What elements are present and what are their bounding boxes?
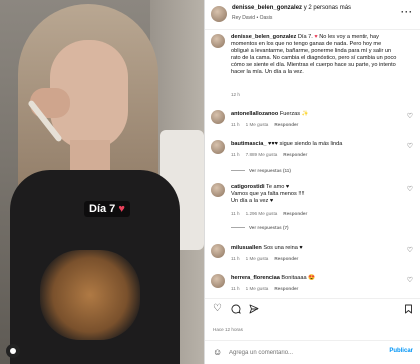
emoji-icon[interactable]: ☺ (213, 347, 222, 357)
photo-shirt-print (40, 250, 140, 340)
post-timestamp: Hace 12 horas (213, 327, 243, 332)
comment-meta: 11 h 1.296 Me gusta Responder (231, 211, 308, 216)
post-photo[interactable]: Día 7 ♥ (0, 0, 204, 364)
view-replies-button[interactable]: Ver respuestas (11) (231, 168, 291, 173)
like-comment-icon[interactable]: ♡ (407, 142, 413, 150)
caption-title: Día 7. (297, 34, 313, 40)
comment-username[interactable]: herrera_florenciaa (231, 275, 280, 281)
instagram-post: Día 7 ♥ denisse_belen_gonzalez y 2 perso… (0, 0, 420, 364)
comment-username[interactable]: catigorostidi (231, 184, 265, 190)
comment-username[interactable]: antonellallozanoo (231, 111, 278, 117)
comment-username[interactable]: milusuallen (231, 245, 262, 251)
tagged-user-icon[interactable] (6, 344, 20, 358)
comment-icon[interactable] (231, 304, 241, 317)
post-header: denisse_belen_gonzalez y 2 personas más … (205, 0, 420, 30)
author-username-link[interactable]: denisse_belen_gonzalez (232, 5, 302, 11)
comment-meta: 11 h1 Me gusta Responder (231, 122, 299, 127)
reply-button[interactable]: Responder (274, 122, 298, 127)
comment-username[interactable]: bautimascia_ (231, 141, 266, 147)
comment-avatar[interactable] (211, 244, 225, 258)
heart-emoji-icon: ♥ (314, 34, 318, 40)
comment-avatar[interactable] (211, 110, 225, 124)
comment-text: herrera_florenciaa Bonitaaaa 😍 (231, 275, 316, 281)
comment-text: catigorostidi Te amo ♥ Vamos que ya falt… (231, 184, 305, 204)
comment-input[interactable] (229, 346, 379, 359)
send-icon[interactable] (249, 304, 259, 317)
reply-button[interactable]: Responder (274, 256, 298, 261)
comment-meta: 11 h1 Me gusta Responder (231, 286, 299, 291)
like-comment-icon[interactable]: ♡ (407, 246, 413, 254)
like-comment-icon[interactable]: ♡ (407, 276, 413, 284)
comment-meta: 11 h1 Me gusta Responder (231, 256, 299, 261)
like-comment-icon[interactable]: ♡ (407, 112, 413, 120)
caption-body: No les voy a mentir, hay momentos en los… (231, 34, 397, 75)
comment-text: antonellallozanoo Fuerzas ✨ (231, 111, 309, 117)
header-others[interactable]: y 2 personas más (304, 5, 351, 11)
author-avatar[interactable] (211, 6, 227, 22)
comment-avatar[interactable] (211, 183, 225, 197)
reply-button[interactable]: Responder (283, 152, 307, 157)
caption-avatar[interactable] (211, 34, 225, 48)
comment-meta: 11 h 7.889 Me gusta Responder (231, 152, 308, 157)
comment-avatar[interactable] (211, 274, 225, 288)
like-comment-icon[interactable]: ♡ (407, 185, 413, 193)
comment-text: bautimascia_ ♥♥♥ sigue siendo la más lin… (231, 141, 343, 147)
publish-button[interactable]: Publicar (389, 348, 413, 354)
heart-emoji-icon: ♥ (118, 203, 125, 215)
comments-scroll-area[interactable]: denisse_belen_gonzalez Día 7. ♥ No les v… (205, 30, 420, 298)
photo-caption-text: Día 7 (89, 203, 116, 215)
header-authors: denisse_belen_gonzalez y 2 personas más (232, 5, 351, 11)
post-caption: denisse_belen_gonzalez Día 7. ♥ No les v… (231, 34, 399, 76)
caption-time: 12 h (231, 92, 240, 97)
view-replies-button[interactable]: Ver respuestas (7) (231, 225, 289, 230)
more-options-icon[interactable]: ··· (401, 8, 413, 17)
reply-button[interactable]: Responder (283, 211, 307, 216)
reply-button[interactable]: Responder (274, 286, 298, 291)
comment-text: milusuallen Sos una reina ♥ (231, 245, 303, 251)
post-side-panel: denisse_belen_gonzalez y 2 personas más … (204, 0, 420, 364)
header-audio[interactable]: Rey David • Oasis (232, 15, 272, 21)
caption-username[interactable]: denisse_belen_gonzalez (231, 34, 296, 40)
photo-caption: Día 7 ♥ (84, 201, 130, 217)
like-icon[interactable]: ♡ (213, 304, 222, 314)
comment-avatar[interactable] (211, 140, 225, 154)
bookmark-icon[interactable] (404, 304, 413, 317)
add-comment-bar: ☺ Publicar (205, 340, 420, 364)
post-actions: ♡ (205, 298, 420, 318)
